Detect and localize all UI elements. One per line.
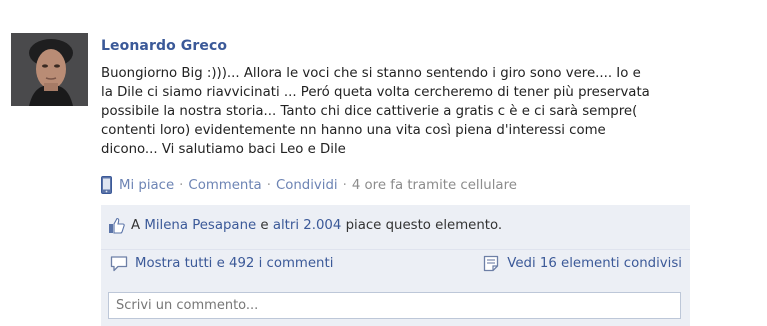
likes-prefix: A [131,217,141,233]
separator: · [179,177,184,193]
comments-summary: Mostra tutti e 492 i commenti Vedi 16 el… [101,249,690,276]
thumbs-up-icon [108,217,125,234]
speech-bubble-icon [110,255,128,272]
post-timestamp[interactable]: 4 ore fa tramite cellulare [352,178,517,193]
post-message: Buongiorno Big :)))... Allora le voci ch… [101,64,691,159]
comment-input[interactable]: Scrivi un commento... [108,292,681,319]
liker-name-link[interactable]: Milena Pesapane [144,218,256,233]
post-message-line: contenti loro) evidentemente nn hanno un… [101,123,606,138]
post-message-line: la Dile ci siamo riavvicinati ... Peró q… [101,85,650,100]
other-likers-link[interactable]: altri 2.004 [273,218,342,233]
mobile-phone-icon [101,176,112,194]
shared-items-icon [483,255,499,272]
avatar[interactable] [11,33,88,106]
post-message-line: dicono... Vi salutiamo baci Leo e Dile [101,142,346,157]
separator: · [342,177,347,193]
post-author-name[interactable]: Leonardo Greco [101,38,227,54]
separator: · [266,177,271,193]
comment-link[interactable]: Commenta [188,178,261,193]
like-link[interactable]: Mi piace [119,178,174,193]
shared-items: Vedi 16 elementi condivisi [483,255,682,272]
likes-summary: A Milena Pesapane e altri 2.004 piace qu… [101,213,690,237]
view-shares-link[interactable]: Vedi 16 elementi condivisi [507,256,682,271]
feedback-panel: A Milena Pesapane e altri 2.004 piace qu… [101,205,690,326]
post-actions-bar: Mi piace · Commenta · Condividi · 4 ore … [101,174,517,196]
post-message-line: Buongiorno Big :)))... Allora le voci ch… [101,66,641,81]
likes-connector: e [260,217,269,233]
show-all-comments-link[interactable]: Mostra tutti e 492 i commenti [135,256,333,271]
post-message-line: possibile la nostra storia... Tanto chi … [101,104,638,119]
likes-suffix: piace questo elemento. [345,217,503,233]
share-link[interactable]: Condividi [276,178,338,193]
